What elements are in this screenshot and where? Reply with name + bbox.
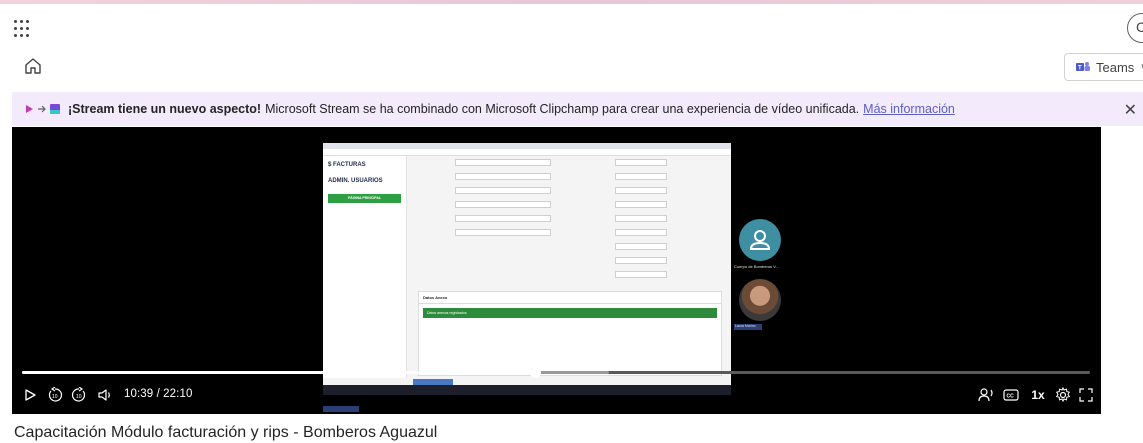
- banner-bold-text: ¡Stream tiene un nuevo aspecto!: [68, 102, 262, 116]
- panel-green-bar: Datos anexos registrados: [423, 308, 717, 318]
- profile-initial: C: [1136, 19, 1143, 35]
- top-accent-bar: [0, 0, 1143, 4]
- presenter-label: [323, 406, 359, 412]
- svg-text:10: 10: [52, 394, 58, 400]
- app-sidebar: $ FACTURAS ADMIN. USUARIOS PÁGINA PRINCI…: [323, 156, 407, 378]
- teams-label: Teams: [1096, 59, 1135, 75]
- captions-icon[interactable]: CC: [1002, 387, 1020, 403]
- progress-thumb[interactable]: [529, 367, 541, 378]
- nav-admin-usuarios: ADMIN. USUARIOS: [328, 178, 383, 184]
- playback-speed-button[interactable]: 1x: [1028, 387, 1048, 403]
- video-title: Capacitación Módulo facturación y rips -…: [14, 424, 438, 441]
- fullscreen-icon[interactable]: [1078, 387, 1094, 403]
- svg-text:CC: CC: [1007, 394, 1015, 400]
- teams-icon: T: [1075, 61, 1091, 73]
- banner-text: Microsoft Stream se ha combinado con Mic…: [265, 102, 860, 116]
- time-display: 10:39 / 22:10: [124, 388, 193, 400]
- speaker-transcript-icon[interactable]: [976, 387, 996, 403]
- pagina-principal-button: PÁGINA PRINCIPAL: [328, 194, 401, 203]
- shared-screen-content: $ FACTURAS ADMIN. USUARIOS PÁGINA PRINCI…: [323, 143, 731, 395]
- panel-title: Datos Anexo: [419, 292, 721, 304]
- learn-more-link[interactable]: Más información: [863, 102, 955, 116]
- browser-address-bar: [323, 149, 731, 156]
- video-player[interactable]: $ FACTURAS ADMIN. USUARIOS PÁGINA PRINCI…: [12, 127, 1101, 414]
- rewind-10-icon[interactable]: 10: [46, 387, 64, 403]
- app-launcher-icon[interactable]: [14, 20, 32, 38]
- participant-avatar: [739, 219, 781, 261]
- progress-played: [22, 371, 535, 374]
- home-icon[interactable]: [22, 55, 44, 77]
- announcement-banner: ¡Stream tiene un nuevo aspecto! Microsof…: [12, 92, 1143, 126]
- form-fields: [411, 158, 727, 278]
- settings-gear-icon[interactable]: [1054, 387, 1072, 403]
- windows-taskbar: [323, 385, 731, 395]
- play-icon[interactable]: [22, 387, 38, 403]
- profile-avatar[interactable]: C: [1127, 13, 1143, 43]
- participant-video: [739, 279, 781, 321]
- datos-anexo-panel: Datos Anexo Datos anexos registrados: [418, 291, 722, 376]
- volume-icon[interactable]: [96, 387, 114, 403]
- participant-name: Cuerpo de Bomberos V...: [734, 264, 779, 269]
- svg-text:10: 10: [76, 394, 82, 400]
- nav-facturas: $ FACTURAS: [328, 162, 366, 168]
- stream-clipchamp-icon: [26, 103, 62, 115]
- svg-text:T: T: [1078, 66, 1082, 72]
- forward-10-icon[interactable]: 10: [70, 387, 88, 403]
- teams-share-button[interactable]: T Teams ∨: [1064, 53, 1143, 81]
- close-icon[interactable]: ✕: [1124, 100, 1137, 120]
- progress-bar[interactable]: [22, 371, 1090, 374]
- participant-name: Laura Marino: [734, 324, 762, 330]
